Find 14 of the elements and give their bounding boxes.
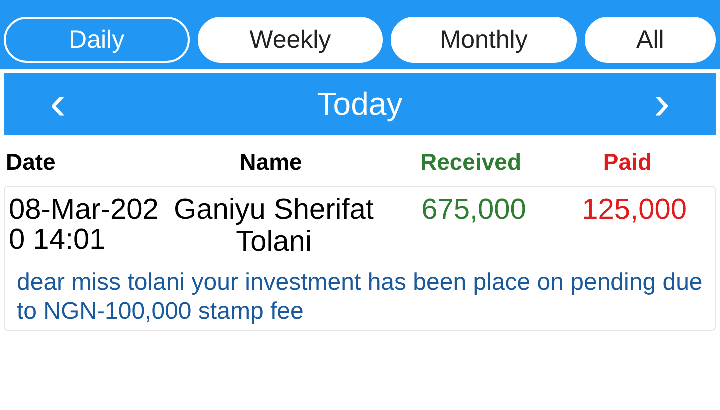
period-title: Today — [317, 86, 403, 122]
paid-amount: 125,000 — [581, 195, 688, 228]
period-tab[interactable]: Monthly — [391, 17, 577, 63]
period-tab[interactable]: All — [584, 17, 716, 63]
transaction-card[interactable]: 08-Mar-2020 14:01 Ganiyu Sherifat Tolani 675,000 125,000 dear miss tolani your investment has been place on pending due to NGN-100,000 stamp fee — [4, 186, 716, 332]
column-header: Paid — [602, 149, 653, 176]
transaction-note: dear miss tolani your investment has been place on pending due to NGN-100,000 stamp fee — [17, 268, 704, 326]
name-cell-text: Ganiyu Sherifat Tolani — [173, 195, 375, 259]
column-header: Name — [238, 149, 304, 176]
column-header: Received — [419, 149, 522, 176]
date-cell-text: 08-Mar-2020 14:01 — [9, 195, 159, 258]
received-amount: 675,000 — [420, 195, 528, 228]
column-header: Date — [6, 149, 57, 176]
period-tab[interactable]: Weekly — [198, 17, 384, 63]
